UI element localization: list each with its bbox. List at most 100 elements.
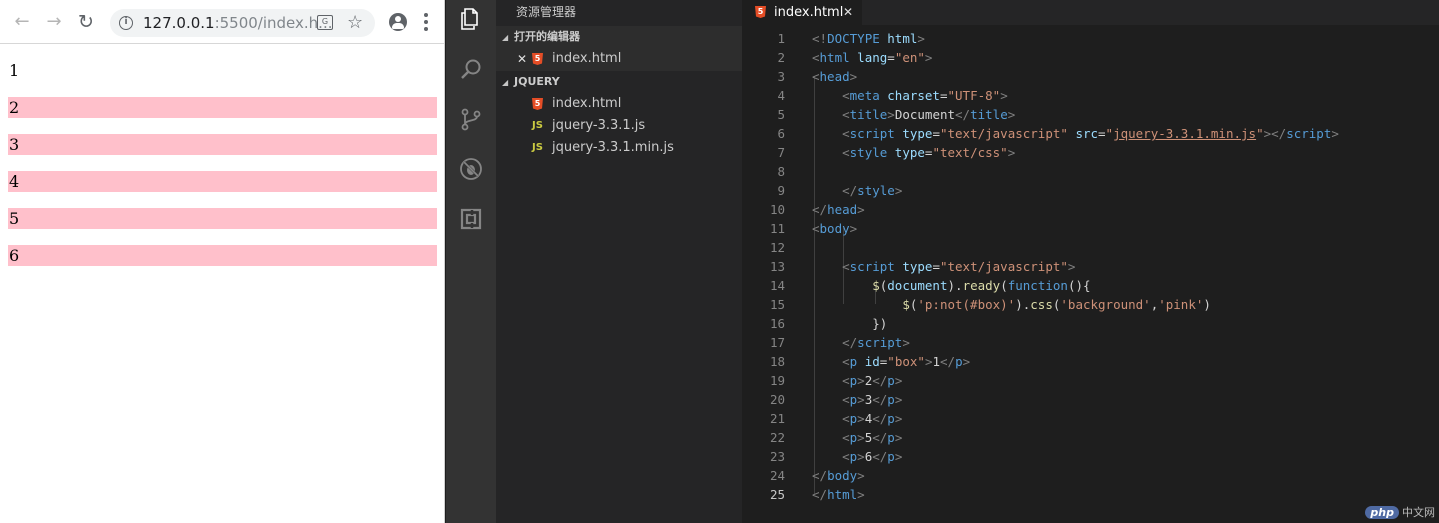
file-item-jquery-min-js[interactable]: JS jquery-3.3.1.min.js bbox=[496, 137, 742, 159]
line-number: 10 bbox=[769, 202, 785, 217]
watermark: php 中文网 bbox=[1365, 504, 1435, 520]
code-token: > bbox=[894, 449, 903, 464]
code-line[interactable]: 1 <!DOCTYPE html> bbox=[742, 29, 1439, 48]
line-number: 12 bbox=[769, 240, 785, 255]
reload-icon[interactable]: ↻ bbox=[76, 12, 96, 32]
code-line[interactable]: 7 <style type="text/css"> bbox=[742, 143, 1439, 162]
code-token: p bbox=[849, 354, 865, 369]
code-line[interactable]: 4 <meta charset="UTF-8"> bbox=[742, 86, 1439, 105]
code-line[interactable]: 9 </style> bbox=[742, 181, 1439, 200]
bookmark-star-icon[interactable]: ☆ bbox=[347, 12, 363, 33]
line-source: </html> bbox=[812, 485, 865, 504]
code-line[interactable]: 5 <title>Document</title> bbox=[742, 105, 1439, 124]
code-token: p bbox=[887, 449, 895, 464]
extensions-icon[interactable] bbox=[459, 207, 483, 231]
code-line[interactable]: 25 </html> bbox=[742, 485, 1439, 504]
editor-tab-bar: 5 index.html ✕ bbox=[742, 0, 1439, 25]
code-token: p bbox=[955, 354, 963, 369]
project-label: JQUERY bbox=[514, 75, 560, 88]
code-token: type bbox=[902, 259, 933, 274]
line-number: 17 bbox=[769, 335, 785, 350]
translate-icon[interactable]: G bbox=[317, 15, 333, 30]
explorer-files-icon[interactable] bbox=[459, 7, 483, 31]
code-line[interactable]: 23 <p>6</p> bbox=[742, 447, 1439, 466]
code-token: script bbox=[849, 126, 903, 141]
code-token: < bbox=[842, 126, 850, 141]
activity-bar bbox=[446, 0, 496, 523]
tab-index-html[interactable]: 5 index.html ✕ bbox=[742, 0, 862, 25]
open-editor-item[interactable]: ✕ 5 index.html bbox=[496, 48, 742, 70]
line-number: 20 bbox=[769, 392, 785, 407]
line-source: <script type="text/javascript" src="jque… bbox=[812, 124, 1339, 143]
code-line[interactable]: 21 <p>4</p> bbox=[742, 409, 1439, 428]
code-line[interactable]: 20 <p>3</p> bbox=[742, 390, 1439, 409]
code-token: > bbox=[849, 221, 858, 236]
code-token: "text/javascript" bbox=[939, 126, 1076, 141]
line-source: </style> bbox=[812, 181, 902, 200]
code-token: DOCTYPE bbox=[827, 31, 888, 46]
code-line[interactable]: 13 <script type="text/javascript"> bbox=[742, 257, 1439, 276]
site-info-icon[interactable]: i bbox=[119, 16, 133, 30]
file-item-index-html[interactable]: 5 index.html bbox=[496, 93, 742, 115]
code-line[interactable]: 17 </script> bbox=[742, 333, 1439, 352]
url-text[interactable]: 127.0.0.1:5500/index.h... bbox=[143, 14, 332, 32]
code-token: "en" bbox=[894, 50, 925, 65]
code-line[interactable]: 12 bbox=[742, 238, 1439, 257]
profile-avatar-icon[interactable] bbox=[389, 13, 407, 31]
code-token: </ bbox=[842, 335, 858, 350]
code-area[interactable]: 1 <!DOCTYPE html> 2 <html lang="en"> 3 <head>… bbox=[742, 29, 1439, 504]
search-icon[interactable] bbox=[459, 57, 483, 81]
code-line[interactable]: 11 <body> bbox=[742, 219, 1439, 238]
code-line[interactable]: 19 <p>2</p> bbox=[742, 371, 1439, 390]
page-paragraph: 4 bbox=[8, 171, 437, 192]
browser-menu-icon[interactable] bbox=[424, 13, 428, 31]
close-icon[interactable]: ✕ bbox=[517, 48, 527, 70]
code-line[interactable]: 10 </head> bbox=[742, 200, 1439, 219]
line-number: 16 bbox=[769, 316, 785, 331]
open-editors-header[interactable]: ◢ 打开的编辑器 bbox=[496, 26, 742, 48]
source-control-icon[interactable] bbox=[459, 107, 483, 131]
code-token: html bbox=[827, 487, 858, 502]
file-item-jquery-js[interactable]: JS jquery-3.3.1.js bbox=[496, 115, 742, 137]
url-path: :5500/index.h... bbox=[214, 14, 333, 32]
address-bar[interactable]: i 127.0.0.1:5500/index.h... G ☆ bbox=[110, 9, 375, 37]
code-line[interactable]: 3 <head> bbox=[742, 67, 1439, 86]
code-token: ></ bbox=[1263, 126, 1287, 141]
code-token: > bbox=[857, 468, 865, 483]
code-line[interactable]: 18 <p id="box">1</p> bbox=[742, 352, 1439, 371]
code-token: < bbox=[842, 107, 850, 122]
back-icon[interactable]: ← bbox=[12, 12, 32, 32]
code-token: </ bbox=[872, 392, 888, 407]
line-number: 2 bbox=[777, 50, 785, 65]
code-line[interactable]: 8 bbox=[742, 162, 1439, 181]
code-token: > bbox=[887, 107, 895, 122]
code-token: </ bbox=[940, 354, 956, 369]
code-line[interactable]: 24 </body> bbox=[742, 466, 1439, 485]
forward-icon[interactable]: → bbox=[44, 12, 64, 32]
code-token: ) bbox=[1203, 297, 1211, 312]
code-line[interactable]: 2 <html lang="en"> bbox=[742, 48, 1439, 67]
code-line[interactable]: 15 $('p:not(#box)').css('background','pi… bbox=[742, 295, 1439, 314]
project-header[interactable]: ◢ JQUERY bbox=[496, 71, 742, 93]
code-token: < bbox=[842, 145, 850, 160]
code-token: p bbox=[887, 373, 895, 388]
chevron-down-icon: ◢ bbox=[502, 33, 509, 42]
debug-icon[interactable] bbox=[459, 157, 483, 181]
code-line[interactable]: 6 <script type="text/javascript" src="jq… bbox=[742, 124, 1439, 143]
line-number: 8 bbox=[777, 164, 785, 179]
code-token: > bbox=[917, 31, 925, 46]
code-token: < bbox=[812, 221, 820, 236]
code-token: = bbox=[1098, 126, 1106, 141]
code-line[interactable]: 14 $(document).ready(function(){ bbox=[742, 276, 1439, 295]
close-icon[interactable]: ✕ bbox=[843, 0, 853, 25]
code-token: style bbox=[857, 183, 895, 198]
code-line[interactable]: 22 <p>5</p> bbox=[742, 428, 1439, 447]
line-source: <p>6</p> bbox=[812, 447, 902, 466]
code-token: > bbox=[857, 430, 865, 445]
code-line[interactable]: 16 }) bbox=[742, 314, 1439, 333]
